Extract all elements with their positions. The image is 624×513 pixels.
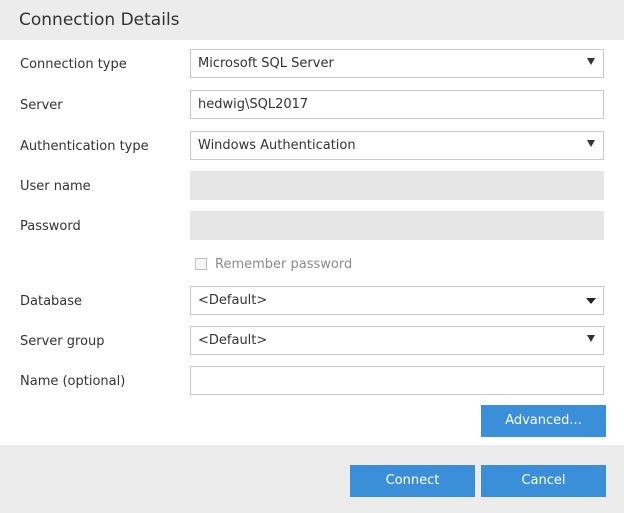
dropdown-arrow-icon: [586, 298, 596, 304]
checkbox-icon[interactable]: [195, 258, 207, 270]
server-group-select[interactable]: <Default>: [190, 326, 604, 355]
auth-type-select[interactable]: Windows Authentication: [190, 131, 604, 160]
user-name-label: User name: [20, 179, 91, 194]
connection-type-value: Microsoft SQL Server: [198, 56, 334, 71]
password-label: Password: [20, 219, 81, 234]
server-input[interactable]: [190, 90, 604, 119]
user-name-input: [190, 171, 604, 200]
server-group-value: <Default>: [198, 333, 268, 348]
dropdown-arrow-icon: [587, 58, 595, 65]
auth-type-value: Windows Authentication: [198, 138, 356, 153]
server-input-field[interactable]: [191, 91, 603, 118]
connection-type-label: Connection type: [20, 57, 127, 72]
dialog-header: Connection Details: [0, 0, 624, 40]
connect-button[interactable]: Connect: [350, 465, 475, 497]
database-select[interactable]: <Default>: [190, 286, 604, 315]
database-label: Database: [20, 294, 83, 309]
name-input[interactable]: [190, 366, 604, 395]
name-optional-label: Name (optional): [20, 374, 126, 389]
password-input: [190, 211, 604, 240]
connection-type-select[interactable]: Microsoft SQL Server: [190, 49, 604, 78]
cancel-button[interactable]: Cancel: [481, 465, 606, 497]
server-group-label: Server group: [20, 334, 105, 349]
dropdown-arrow-icon: [587, 335, 595, 342]
dialog-footer: Connect Cancel: [0, 445, 624, 513]
remember-password-label: Remember password: [215, 257, 353, 272]
server-label: Server: [20, 98, 63, 113]
auth-type-label: Authentication type: [20, 139, 149, 154]
advanced-button[interactable]: Advanced...: [481, 405, 606, 437]
dialog-title: Connection Details: [19, 10, 180, 30]
name-input-field[interactable]: [191, 367, 603, 394]
database-value: <Default>: [198, 293, 268, 308]
dropdown-arrow-icon: [587, 140, 595, 147]
